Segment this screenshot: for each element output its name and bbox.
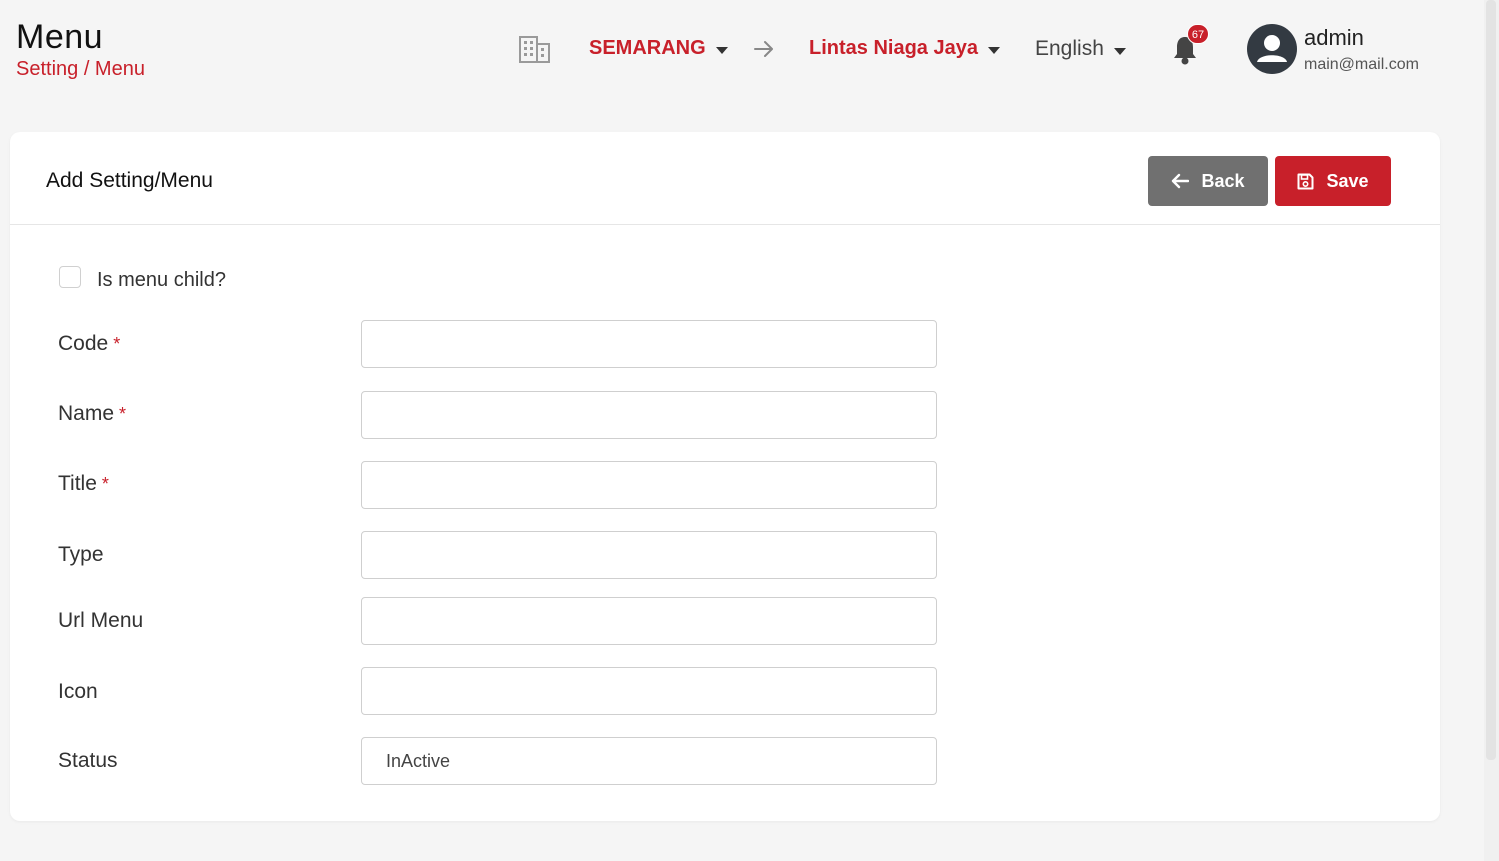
arrow-left-icon (1172, 173, 1190, 189)
user-email: main@mail.com (1304, 56, 1419, 73)
name-label-text: Name (58, 402, 115, 425)
language-dropdown[interactable]: English (1035, 37, 1126, 61)
url-menu-input[interactable] (361, 597, 937, 645)
language-dropdown-label: English (1035, 37, 1104, 60)
required-mark: * (113, 334, 121, 354)
menu-child-checkbox[interactable] (59, 266, 81, 288)
title-input[interactable] (361, 461, 937, 509)
icon-label: Icon (58, 680, 98, 703)
type-input[interactable] (361, 531, 937, 579)
url-menu-label: Url Menu (58, 609, 144, 632)
company-dropdown-label: Lintas Niaga Jaya (809, 37, 978, 59)
user-name: admin (1304, 25, 1364, 50)
card-header: Add Setting/Menu Back Save (10, 132, 1440, 225)
caret-down-icon (987, 47, 1000, 54)
page-title: Menu (16, 18, 104, 56)
page-scrollbar[interactable] (1484, 0, 1499, 861)
user-avatar-icon[interactable] (1247, 24, 1297, 74)
caret-down-icon (1113, 47, 1126, 55)
notification-badge: 67 (1187, 24, 1209, 44)
company-dropdown[interactable]: Lintas Niaga Jaya (809, 37, 1000, 60)
scrollbar-thumb[interactable] (1486, 0, 1496, 760)
card-title: Add Setting/Menu (46, 169, 213, 192)
caret-down-icon (715, 47, 728, 54)
save-button-label: Save (1326, 170, 1369, 191)
type-label: Type (58, 543, 104, 566)
save-button[interactable]: Save (1275, 156, 1391, 206)
name-label: Name * (58, 402, 126, 426)
menu-child-label: Is menu child? (97, 269, 226, 291)
required-mark: * (101, 474, 109, 494)
status-label: Status (58, 749, 118, 772)
title-label: Title * (58, 472, 109, 496)
form-card: Add Setting/Menu Back Save Is menu child… (10, 132, 1440, 821)
breadcrumb[interactable]: Setting / Menu (16, 58, 145, 81)
building-icon (519, 36, 550, 63)
code-label: Code * (58, 332, 120, 356)
back-button[interactable]: Back (1148, 156, 1268, 206)
branch-dropdown-label: SEMARANG (589, 37, 706, 59)
back-button-label: Back (1201, 170, 1245, 191)
title-label-text: Title (58, 472, 97, 495)
required-mark: * (119, 404, 127, 424)
save-icon (1297, 173, 1314, 189)
icon-input[interactable] (361, 667, 937, 715)
name-input[interactable] (361, 391, 937, 439)
code-input[interactable] (361, 320, 937, 368)
status-select[interactable] (361, 737, 937, 785)
code-label-text: Code (58, 332, 109, 355)
branch-dropdown[interactable]: SEMARANG (589, 37, 728, 60)
arrow-right-icon (754, 41, 773, 57)
top-header: Menu Setting / Menu SEMARANG Lintas Niag… (0, 0, 1499, 110)
